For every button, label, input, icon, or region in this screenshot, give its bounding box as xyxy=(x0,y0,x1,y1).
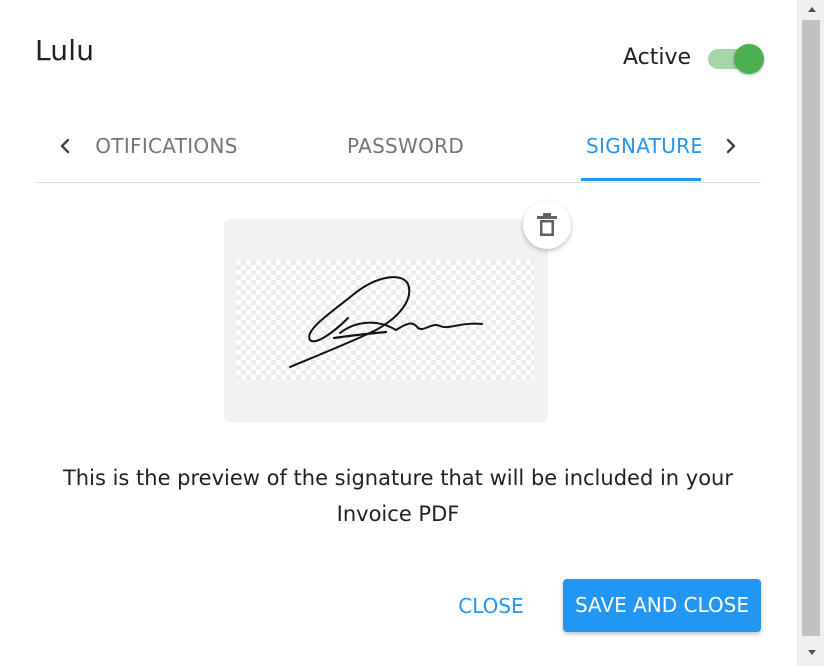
tab-signature[interactable]: SIGNATURE xyxy=(586,118,701,182)
signature-preview-card xyxy=(224,219,548,422)
save-and-close-button[interactable]: SAVE AND CLOSE xyxy=(563,579,761,632)
active-toggle[interactable] xyxy=(708,44,764,74)
active-tab-indicator xyxy=(581,178,701,181)
chevron-right-icon xyxy=(726,138,736,154)
signature-image xyxy=(289,276,483,368)
chevron-left-icon xyxy=(60,138,70,154)
tab-notifications[interactable]: NOTIFICATIONS xyxy=(93,118,238,182)
tab-password[interactable]: PASSWORD xyxy=(347,118,464,182)
close-button[interactable]: CLOSE xyxy=(445,580,537,632)
active-label: Active xyxy=(623,45,692,70)
user-name-title: Lulu xyxy=(35,34,95,67)
delete-signature-button[interactable] xyxy=(523,201,571,249)
vertical-scrollbar[interactable] xyxy=(797,0,824,666)
toggle-thumb xyxy=(734,44,764,74)
tabs-prev-button[interactable] xyxy=(51,132,79,160)
user-settings-dialog: Lulu Active NOTIFICATIONS PASSWORD SIGNA… xyxy=(0,0,797,666)
scroll-up-button[interactable] xyxy=(798,0,824,18)
tab-viewport: NOTIFICATIONS PASSWORD SIGNATURE xyxy=(93,118,701,182)
signature-canvas xyxy=(236,260,534,381)
tab-bar: NOTIFICATIONS PASSWORD SIGNATURE xyxy=(35,118,761,183)
signature-preview-description: This is the preview of the signature tha… xyxy=(62,466,733,526)
scroll-down-arrow-icon xyxy=(807,650,816,655)
scroll-down-button[interactable] xyxy=(798,644,824,662)
scrollbar-thumb[interactable] xyxy=(802,20,820,636)
tabs-next-button[interactable] xyxy=(717,132,745,160)
scroll-up-arrow-icon xyxy=(807,7,816,12)
trash-icon xyxy=(537,213,557,236)
